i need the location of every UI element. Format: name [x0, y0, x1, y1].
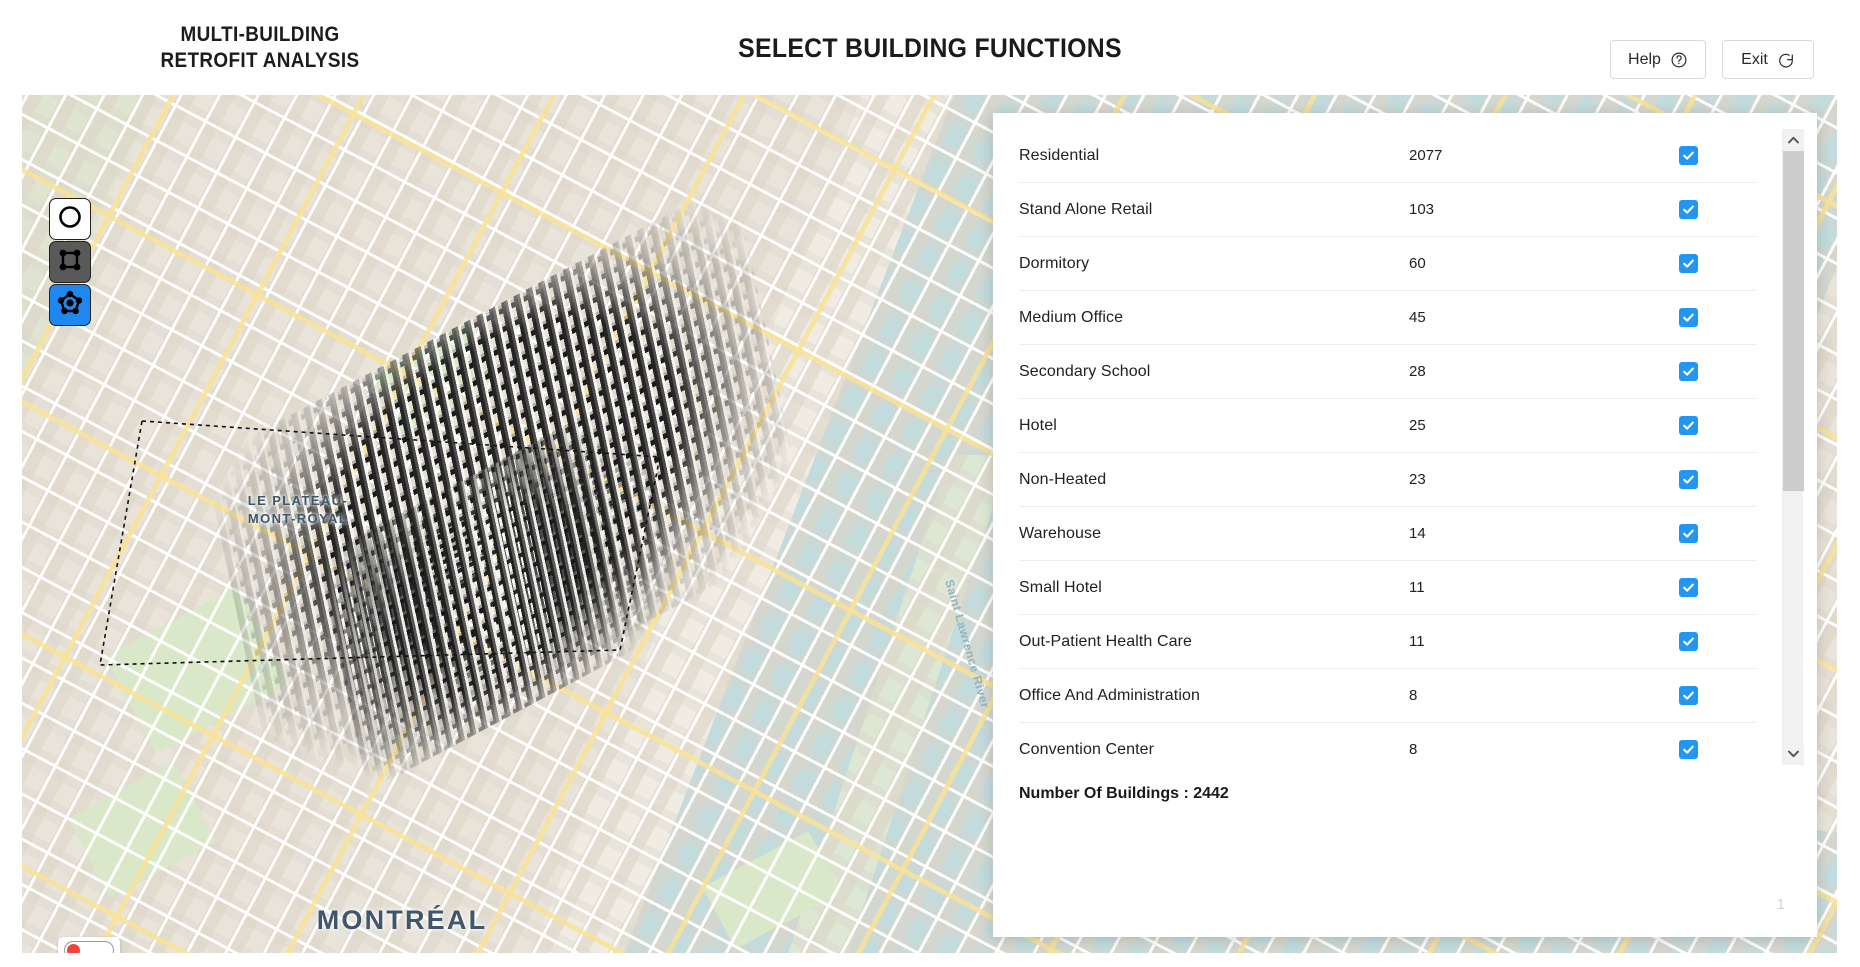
table-row[interactable]: Residential2077 [1019, 129, 1756, 183]
building-function-checkbox[interactable] [1679, 578, 1698, 597]
building-function-name: Medium Office [1019, 309, 1409, 327]
exit-arrow-icon [1777, 51, 1795, 69]
number-of-buildings-total: Number Of Buildings : 2442 [1019, 785, 1229, 803]
scrollbar-thumb[interactable] [1783, 151, 1804, 491]
table-row[interactable]: Secondary School28 [1019, 345, 1756, 399]
building-function-count: 45 [1409, 309, 1679, 326]
circle-icon [57, 204, 83, 235]
building-function-checkbox[interactable] [1679, 524, 1698, 543]
building-function-name: Secondary School [1019, 363, 1409, 381]
chevron-down-icon [1788, 745, 1799, 763]
building-functions-list-wrapper: Residential2077Stand Alone Retail103Dorm… [993, 129, 1817, 765]
building-function-count: 11 [1409, 633, 1679, 650]
building-function-count: 103 [1409, 201, 1679, 218]
building-function-checkbox[interactable] [1679, 740, 1698, 759]
building-function-count: 8 [1409, 687, 1679, 704]
building-function-count: 14 [1409, 525, 1679, 542]
building-function-name: Non-Heated [1019, 471, 1409, 489]
table-row[interactable]: Hotel25 [1019, 399, 1756, 453]
table-row[interactable]: Warehouse14 [1019, 507, 1756, 561]
building-function-checkbox[interactable] [1679, 686, 1698, 705]
table-row[interactable]: Non-Heated23 [1019, 453, 1756, 507]
building-functions-panel: Residential2077Stand Alone Retail103Dorm… [993, 113, 1817, 937]
table-row[interactable]: Out-Patient Health Care11 [1019, 615, 1756, 669]
building-function-count: 8 [1409, 741, 1679, 758]
building-function-checkbox[interactable] [1679, 632, 1698, 651]
building-function-checkbox[interactable] [1679, 416, 1698, 435]
circle-select-tool[interactable] [49, 198, 91, 240]
building-function-checkbox[interactable] [1679, 254, 1698, 273]
table-row[interactable]: Medium Office45 [1019, 291, 1756, 345]
help-button[interactable]: Help [1610, 40, 1706, 79]
table-row[interactable]: Convention Center8 [1019, 723, 1756, 765]
building-function-name: Hotel [1019, 417, 1409, 435]
exit-button[interactable]: Exit [1722, 40, 1814, 79]
polygon-nodes-icon [57, 290, 83, 321]
table-row[interactable]: Stand Alone Retail103 [1019, 183, 1756, 237]
building-function-name: Small Hotel [1019, 579, 1409, 597]
page-title: SELECT BUILDING FUNCTIONS [74, 33, 1785, 64]
table-row[interactable]: Office And Administration8 [1019, 669, 1756, 723]
building-function-name: Out-Patient Health Care [1019, 633, 1409, 651]
building-function-name: Convention Center [1019, 741, 1409, 759]
building-function-name: Stand Alone Retail [1019, 201, 1409, 219]
building-function-count: 2077 [1409, 147, 1679, 164]
hide-layer-control: hide [58, 937, 120, 953]
functions-list-scrollbar[interactable] [1782, 129, 1803, 765]
building-function-checkbox[interactable] [1679, 362, 1698, 381]
chevron-up-icon [1788, 131, 1799, 149]
app-header: MULTI-BUILDING RETROFIT ANALYSIS SELECT … [0, 0, 1860, 95]
building-function-count: 23 [1409, 471, 1679, 488]
building-function-count: 60 [1409, 255, 1679, 272]
building-function-checkbox[interactable] [1679, 308, 1698, 327]
polygon-select-tool[interactable] [49, 284, 91, 326]
map-selection-toolbar [49, 198, 91, 327]
building-function-count: 28 [1409, 363, 1679, 380]
building-function-name: Warehouse [1019, 525, 1409, 543]
scroll-up-button[interactable] [1783, 129, 1804, 151]
building-function-count: 11 [1409, 579, 1679, 596]
building-function-checkbox[interactable] [1679, 146, 1698, 165]
building-function-name: Dormitory [1019, 255, 1409, 273]
panel-page-number: 1 [1777, 896, 1785, 913]
rectangle-nodes-icon [57, 247, 83, 278]
rectangle-select-tool[interactable] [49, 241, 91, 283]
table-row[interactable]: Small Hotel11 [1019, 561, 1756, 615]
building-functions-list[interactable]: Residential2077Stand Alone Retail103Dorm… [993, 129, 1782, 765]
hide-toggle-switch[interactable] [64, 941, 114, 953]
building-function-name: Residential [1019, 147, 1409, 165]
building-function-name: Office And Administration [1019, 687, 1409, 705]
building-function-count: 25 [1409, 417, 1679, 434]
table-row[interactable]: Dormitory60 [1019, 237, 1756, 291]
building-function-checkbox[interactable] [1679, 470, 1698, 489]
application-window: MULTI-BUILDING RETROFIT ANALYSIS SELECT … [0, 0, 1860, 967]
building-function-checkbox[interactable] [1679, 200, 1698, 219]
question-circle-icon [1670, 51, 1688, 69]
exit-button-label: Exit [1741, 51, 1768, 69]
hide-toggle-knob [67, 944, 80, 953]
scroll-down-button[interactable] [1783, 743, 1804, 765]
help-button-label: Help [1628, 51, 1661, 69]
